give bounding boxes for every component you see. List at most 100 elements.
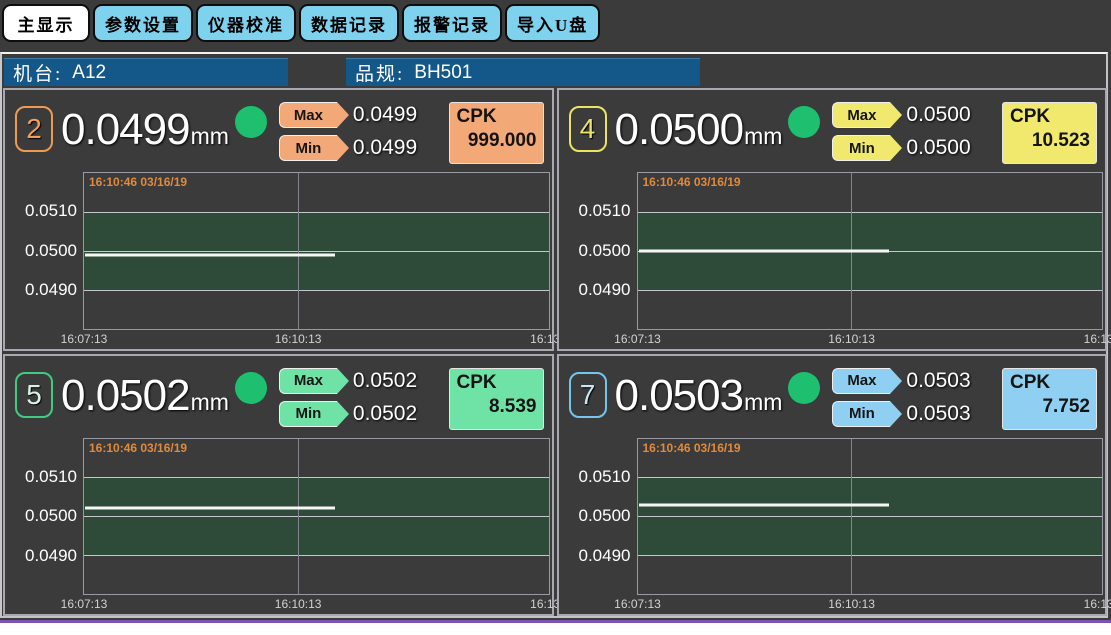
y-tick: 0.0500 bbox=[25, 241, 77, 261]
x-axis: 16:07:13 16:10:13 16:13:13 bbox=[559, 330, 1106, 349]
cpk-box: CPK 10.523 bbox=[1002, 102, 1097, 164]
plot-area: 16:10:46 03/16/19 bbox=[83, 438, 550, 596]
max-tag-icon: Max bbox=[832, 368, 890, 394]
x-tick: 16:10:13 bbox=[828, 597, 875, 611]
content-frame: 机台: A12 品规: BH501 2 0.0499mm Max 0.0499 bbox=[0, 52, 1108, 618]
measurement-value: 0.0500mm bbox=[615, 104, 783, 156]
min-tag-icon: Min bbox=[832, 401, 890, 427]
trend-chart: 0.0510 0.0500 0.0490 16:10:46 03/16/19 bbox=[559, 172, 1106, 330]
trace-line bbox=[639, 503, 889, 506]
y-tick: 0.0490 bbox=[25, 546, 77, 566]
max-row: Max 0.0500 bbox=[832, 102, 970, 128]
x-tick: 16:13:13 bbox=[1084, 597, 1111, 611]
x-tick: 16:10:13 bbox=[828, 332, 875, 346]
tab-instrument-calibration[interactable]: 仪器校准 bbox=[196, 4, 296, 42]
max-value: 0.0500 bbox=[906, 103, 970, 127]
desktop-strip bbox=[0, 623, 1111, 635]
cpk-box: CPK 7.752 bbox=[1002, 368, 1097, 430]
measurement-value: 0.0502mm bbox=[61, 370, 229, 422]
chart-timestamp: 16:10:46 03/16/19 bbox=[643, 175, 741, 189]
max-min-group: Max 0.0500 Min 0.0500 bbox=[832, 102, 970, 161]
x-tick: 16:13:13 bbox=[1084, 332, 1111, 346]
tab-bar: 主显示 参数设置 仪器校准 数据记录 报警记录 导入U盘 bbox=[2, 4, 600, 42]
tab-data-record[interactable]: 数据记录 bbox=[299, 4, 399, 42]
y-tick: 0.0500 bbox=[25, 506, 77, 526]
machine-label: 机台: bbox=[13, 59, 62, 86]
status-indicator-light bbox=[788, 372, 820, 404]
cpk-label: CPK bbox=[1010, 372, 1090, 394]
panel-grid: 2 0.0499mm Max 0.0499 Min 0.0499 bbox=[3, 88, 1107, 616]
x-axis: 16:07:13 16:10:13 16:13:13 bbox=[5, 330, 552, 349]
panel-header: 7 0.0503mm Max 0.0503 Min 0.0503 bbox=[559, 356, 1106, 438]
measurement-value: 0.0499mm bbox=[61, 104, 229, 156]
product-label: 品规: bbox=[355, 59, 404, 86]
y-tick: 0.0510 bbox=[25, 467, 77, 487]
cpk-box: CPK 999.000 bbox=[449, 102, 544, 164]
trace-line bbox=[85, 507, 335, 510]
channel-number-badge: 7 bbox=[569, 372, 607, 418]
min-value: 0.0499 bbox=[353, 136, 417, 160]
tab-alarm-record[interactable]: 报警记录 bbox=[402, 4, 502, 42]
cpk-value: 8.539 bbox=[457, 396, 537, 418]
channel-panel-5: 5 0.0502mm Max 0.0502 Min 0.0502 bbox=[3, 354, 554, 617]
status-indicator-light bbox=[235, 372, 267, 404]
product-value: BH501 bbox=[414, 62, 472, 84]
max-tag-icon: Max bbox=[279, 368, 337, 394]
chart-timestamp: 16:10:46 03/16/19 bbox=[89, 441, 187, 455]
x-tick: 16:07:13 bbox=[61, 332, 108, 346]
min-row: Min 0.0500 bbox=[832, 135, 970, 161]
trace-line bbox=[85, 253, 335, 256]
channel-panel-7: 7 0.0503mm Max 0.0503 Min 0.0503 bbox=[557, 354, 1108, 617]
x-tick: 16:07:13 bbox=[61, 597, 108, 611]
y-tick: 0.0510 bbox=[579, 201, 631, 221]
trend-chart: 0.0510 0.0500 0.0490 16:10:46 03/16/19 bbox=[5, 438, 552, 596]
channel-panel-2: 2 0.0499mm Max 0.0499 Min 0.0499 bbox=[3, 88, 554, 351]
panel-header: 4 0.0500mm Max 0.0500 Min 0.0500 bbox=[559, 90, 1106, 172]
min-tag-icon: Min bbox=[279, 135, 337, 161]
channel-number-badge: 4 bbox=[569, 106, 607, 152]
y-axis: 0.0510 0.0500 0.0490 bbox=[559, 172, 637, 330]
max-tag-icon: Max bbox=[279, 102, 337, 128]
cpk-value: 10.523 bbox=[1010, 130, 1090, 152]
x-tick: 16:07:13 bbox=[614, 332, 661, 346]
y-axis: 0.0510 0.0500 0.0490 bbox=[559, 438, 637, 596]
min-row: Min 0.0502 bbox=[279, 401, 417, 427]
tab-import-usb[interactable]: 导入U盘 bbox=[505, 4, 600, 42]
panel-header: 5 0.0502mm Max 0.0502 Min 0.0502 bbox=[5, 356, 552, 438]
y-tick: 0.0490 bbox=[579, 546, 631, 566]
trend-chart: 0.0510 0.0500 0.0490 16:10:46 03/16/19 bbox=[5, 172, 552, 330]
cpk-box: CPK 8.539 bbox=[449, 368, 544, 430]
status-indicator-light bbox=[788, 106, 820, 138]
trend-chart: 0.0510 0.0500 0.0490 16:10:46 03/16/19 bbox=[559, 438, 1106, 596]
tab-parameter-settings[interactable]: 参数设置 bbox=[93, 4, 193, 42]
cpk-value: 7.752 bbox=[1010, 396, 1090, 418]
max-min-group: Max 0.0502 Min 0.0502 bbox=[279, 368, 417, 427]
max-tag-icon: Max bbox=[832, 102, 890, 128]
panel-header: 2 0.0499mm Max 0.0499 Min 0.0499 bbox=[5, 90, 552, 172]
max-row: Max 0.0502 bbox=[279, 368, 417, 394]
x-tick: 16:07:13 bbox=[614, 597, 661, 611]
tab-main-display[interactable]: 主显示 bbox=[2, 4, 90, 42]
y-axis: 0.0510 0.0500 0.0490 bbox=[5, 438, 83, 596]
value-text: 0.0502 bbox=[61, 370, 190, 422]
chart-timestamp: 16:10:46 03/16/19 bbox=[89, 175, 187, 189]
y-tick: 0.0500 bbox=[579, 506, 631, 526]
min-value: 0.0500 bbox=[906, 136, 970, 160]
channel-number-badge: 5 bbox=[15, 372, 53, 418]
min-value: 0.0502 bbox=[353, 402, 417, 426]
value-text: 0.0499 bbox=[61, 104, 190, 156]
min-row: Min 0.0499 bbox=[279, 135, 417, 161]
min-value: 0.0503 bbox=[906, 402, 970, 426]
value-unit: mm bbox=[191, 389, 229, 416]
plot-area: 16:10:46 03/16/19 bbox=[637, 172, 1104, 330]
max-min-group: Max 0.0503 Min 0.0503 bbox=[832, 368, 970, 427]
value-unit: mm bbox=[744, 389, 782, 416]
y-tick: 0.0490 bbox=[25, 280, 77, 300]
y-tick: 0.0490 bbox=[579, 280, 631, 300]
min-tag-icon: Min bbox=[279, 401, 337, 427]
measurement-value: 0.0503mm bbox=[615, 370, 783, 422]
min-row: Min 0.0503 bbox=[832, 401, 970, 427]
max-value: 0.0503 bbox=[906, 369, 970, 393]
status-indicator-light bbox=[235, 106, 267, 138]
max-value: 0.0499 bbox=[353, 103, 417, 127]
